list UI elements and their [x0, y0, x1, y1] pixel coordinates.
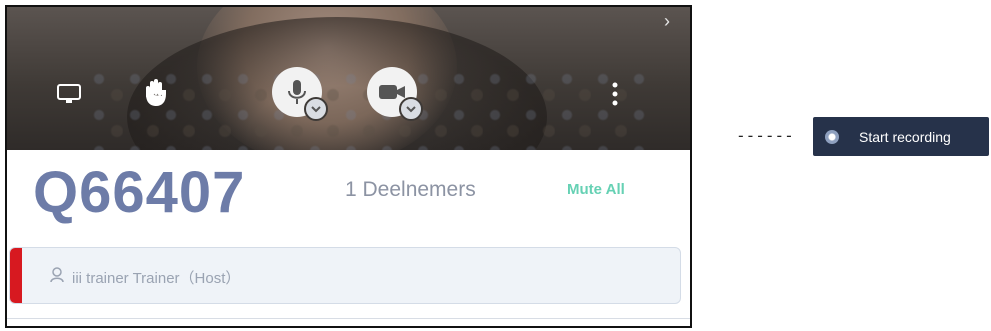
- camera-options-badge[interactable]: [399, 97, 423, 121]
- video-feed: ›: [7, 7, 690, 150]
- raise-hand-button[interactable]: [137, 73, 173, 109]
- meeting-panel: › Q66407 1 Deelnemers Mute All iii train…: [5, 5, 692, 328]
- start-recording-button[interactable]: Start recording: [813, 117, 989, 156]
- participant-row[interactable]: iii trainer Trainer（Host）: [9, 247, 681, 304]
- screen-share-button[interactable]: [55, 80, 83, 108]
- chevron-down-icon: [311, 106, 321, 113]
- screen-share-icon: [57, 84, 81, 103]
- host-indicator: [10, 248, 22, 303]
- camera-button[interactable]: [367, 67, 423, 121]
- microphone-options-badge[interactable]: [304, 97, 328, 121]
- raise-hand-icon: [146, 79, 166, 106]
- divider: [7, 318, 690, 319]
- record-icon: [825, 129, 839, 144]
- start-recording-label: Start recording: [859, 128, 951, 145]
- callout-connector: ------: [736, 126, 794, 145]
- user-icon: [50, 267, 64, 283]
- chevron-right-icon[interactable]: ›: [664, 11, 670, 32]
- more-options-button[interactable]: [603, 79, 627, 109]
- room-id: Q66407: [33, 160, 246, 225]
- more-options-icon: [612, 82, 618, 106]
- participant-name: iii trainer Trainer（Host）: [72, 270, 241, 287]
- participants-count: 1 Deelnemers: [345, 178, 476, 201]
- microphone-button[interactable]: [272, 67, 328, 121]
- chevron-down-icon: [406, 106, 416, 113]
- mute-all-button[interactable]: Mute All: [567, 181, 625, 198]
